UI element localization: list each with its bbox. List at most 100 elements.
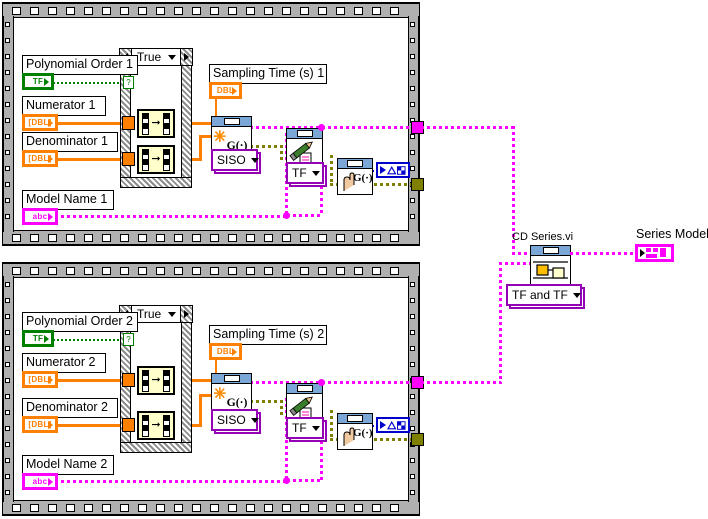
- terminal-denominator-1[interactable]: [DBL]: [22, 150, 58, 167]
- vi-icon-body: G(·): [338, 424, 372, 449]
- error-out-indicator-1[interactable]: [376, 162, 410, 178]
- wire-model-2-bottomrun: [287, 479, 323, 482]
- checkerboard-icon: [397, 165, 406, 175]
- terminal-numerator-2[interactable]: [DBL]: [22, 371, 58, 388]
- label-polynomial-order-1: Polynomial Order 1: [22, 55, 138, 75]
- cd-model-info-2[interactable]: G(·): [337, 413, 373, 450]
- wire-junction-modelname-2: [283, 477, 290, 484]
- wire-numerator-2-in: [49, 379, 125, 382]
- array-in-icon: [142, 369, 150, 392]
- chevron-down-icon[interactable]: [168, 311, 176, 317]
- case-next-arrow-icon[interactable]: [180, 49, 192, 65]
- siso-enum-value: SISO: [217, 413, 246, 427]
- frame-bottom-filmstrip-top: [3, 263, 419, 278]
- block-diagram-canvas: True ? ➞ ➞ Polynomial Order 1 TF Numerat…: [0, 0, 708, 519]
- wire-error-2-a: [250, 400, 282, 403]
- tf-enum-1[interactable]: TF: [286, 162, 324, 184]
- array-in-icon: [142, 112, 150, 135]
- series-enum-value: TF and TF: [512, 288, 568, 302]
- chevron-down-icon[interactable]: [572, 292, 581, 298]
- terminal-model-name-2[interactable]: abc: [22, 473, 58, 490]
- vi-icon-body: G(·): [212, 384, 251, 412]
- terminal-type-text: TF: [32, 334, 44, 343]
- wire-series-in-top-h1: [421, 126, 514, 129]
- vi-connector-icon: [212, 374, 251, 384]
- chevron-down-icon[interactable]: [311, 425, 320, 431]
- array-in-icon: [142, 414, 150, 437]
- label-numerator-1: Numerator 1: [22, 96, 106, 116]
- frame-bottom-tunnel-error-out: [411, 433, 424, 446]
- frame-bottom-right-rail: [408, 276, 419, 502]
- svg-text:G(·): G(·): [227, 396, 248, 409]
- chevron-down-icon[interactable]: [311, 170, 320, 176]
- vi-icon-body: [531, 256, 570, 285]
- error-out-indicator-2[interactable]: [376, 417, 410, 433]
- terminal-polynomial-order-1[interactable]: TF: [22, 73, 54, 90]
- case-structure-top-right-border: [181, 65, 192, 188]
- terminal-series-model[interactable]: [635, 244, 674, 262]
- siso-enum-2[interactable]: SISO: [211, 409, 259, 431]
- case-structure-bottom-right-border: [181, 322, 192, 453]
- label-sampling-time-1: Sampling Time (s) 1: [209, 64, 327, 84]
- wire-model-1-bottomrun: [287, 214, 323, 217]
- wire-error-1-d: [330, 155, 333, 185]
- terminal-type-text: abc: [32, 212, 48, 221]
- chevron-down-icon[interactable]: [250, 417, 259, 423]
- array-to-array-denominator-2[interactable]: ➞: [137, 411, 175, 440]
- terminal-sampling-time-1[interactable]: DBL: [209, 82, 242, 99]
- terminal-polynomial-order-2[interactable]: TF: [22, 330, 54, 347]
- wire-numerator-1-in: [49, 122, 125, 125]
- cd-construct-transfer-function-model-2[interactable]: G(·): [211, 373, 252, 413]
- array-to-array-numerator-1[interactable]: ➞: [137, 109, 175, 138]
- array-to-array-denominator-1[interactable]: ➞: [137, 145, 175, 174]
- svg-text:G(·): G(·): [353, 172, 372, 184]
- vi-connector-icon: [287, 384, 322, 394]
- label-model-name-1: Model Name 1: [22, 190, 114, 210]
- vi-connector-icon: [338, 414, 372, 424]
- play-arrow-icon: [640, 249, 645, 257]
- case-structure-bottom-bottom-border: [120, 442, 192, 453]
- array-in-icon: [142, 148, 150, 171]
- wire-denominator-1-in: [49, 158, 125, 161]
- wire-denominator-2-in: [49, 424, 125, 427]
- siso-enum-1[interactable]: SISO: [211, 149, 259, 171]
- terminal-sampling-time-2[interactable]: DBL: [209, 343, 242, 360]
- case-tunnel-denominator-in-2: [122, 418, 135, 432]
- array-out-icon: [162, 369, 170, 392]
- cd-model-info-1[interactable]: G(·): [337, 158, 373, 195]
- hand-pointer-G-icon: G(·): [343, 427, 372, 446]
- wire-series-in-bottom-h1: [421, 381, 501, 384]
- array-out-icon: [162, 414, 170, 437]
- chevron-down-icon[interactable]: [168, 54, 176, 60]
- terminal-denominator-2[interactable]: [DBL]: [22, 416, 58, 433]
- arrow-right-icon: ➞: [151, 419, 161, 431]
- array-to-array-numerator-2[interactable]: ➞: [137, 366, 175, 395]
- terminal-numerator-1[interactable]: [DBL]: [22, 114, 58, 131]
- case-selector-label: True: [137, 50, 162, 64]
- cluster-icon: [646, 248, 666, 258]
- case-next-arrow-icon[interactable]: [180, 306, 192, 322]
- checkerboard-icon: [397, 420, 406, 430]
- array-out-icon: [162, 148, 170, 171]
- wire-junction-modelname-1: [283, 212, 290, 219]
- vi-connector-icon: [287, 129, 322, 139]
- wire-denominator-1-riser: [199, 135, 202, 161]
- case-selector-label: True: [137, 307, 162, 321]
- series-mode-enum[interactable]: TF and TF: [506, 284, 582, 306]
- terminal-model-name-1[interactable]: abc: [22, 208, 58, 225]
- tf-enum-2[interactable]: TF: [286, 417, 324, 439]
- case-selector-terminal-bottom: ?: [123, 333, 134, 346]
- wire-model-2-top: [250, 381, 417, 384]
- wire-error-1-a: [250, 145, 282, 148]
- vi-connector-icon: [212, 117, 251, 127]
- frame-top-tunnel-error-out: [411, 178, 424, 191]
- hand-pointer-G-icon: G(·): [343, 172, 372, 191]
- arrow-right-icon: ➞: [151, 117, 161, 129]
- cd-series-vi[interactable]: [530, 245, 571, 286]
- wire-modelname-2-horiz: [49, 480, 287, 483]
- case-tunnel-denominator-in-1: [122, 152, 135, 166]
- label-denominator-1: Denominator 1: [22, 132, 118, 152]
- case-selector-terminal-top: ?: [123, 76, 134, 89]
- chevron-down-icon[interactable]: [250, 157, 259, 163]
- transfer-function-G-icon: G(·): [213, 387, 248, 409]
